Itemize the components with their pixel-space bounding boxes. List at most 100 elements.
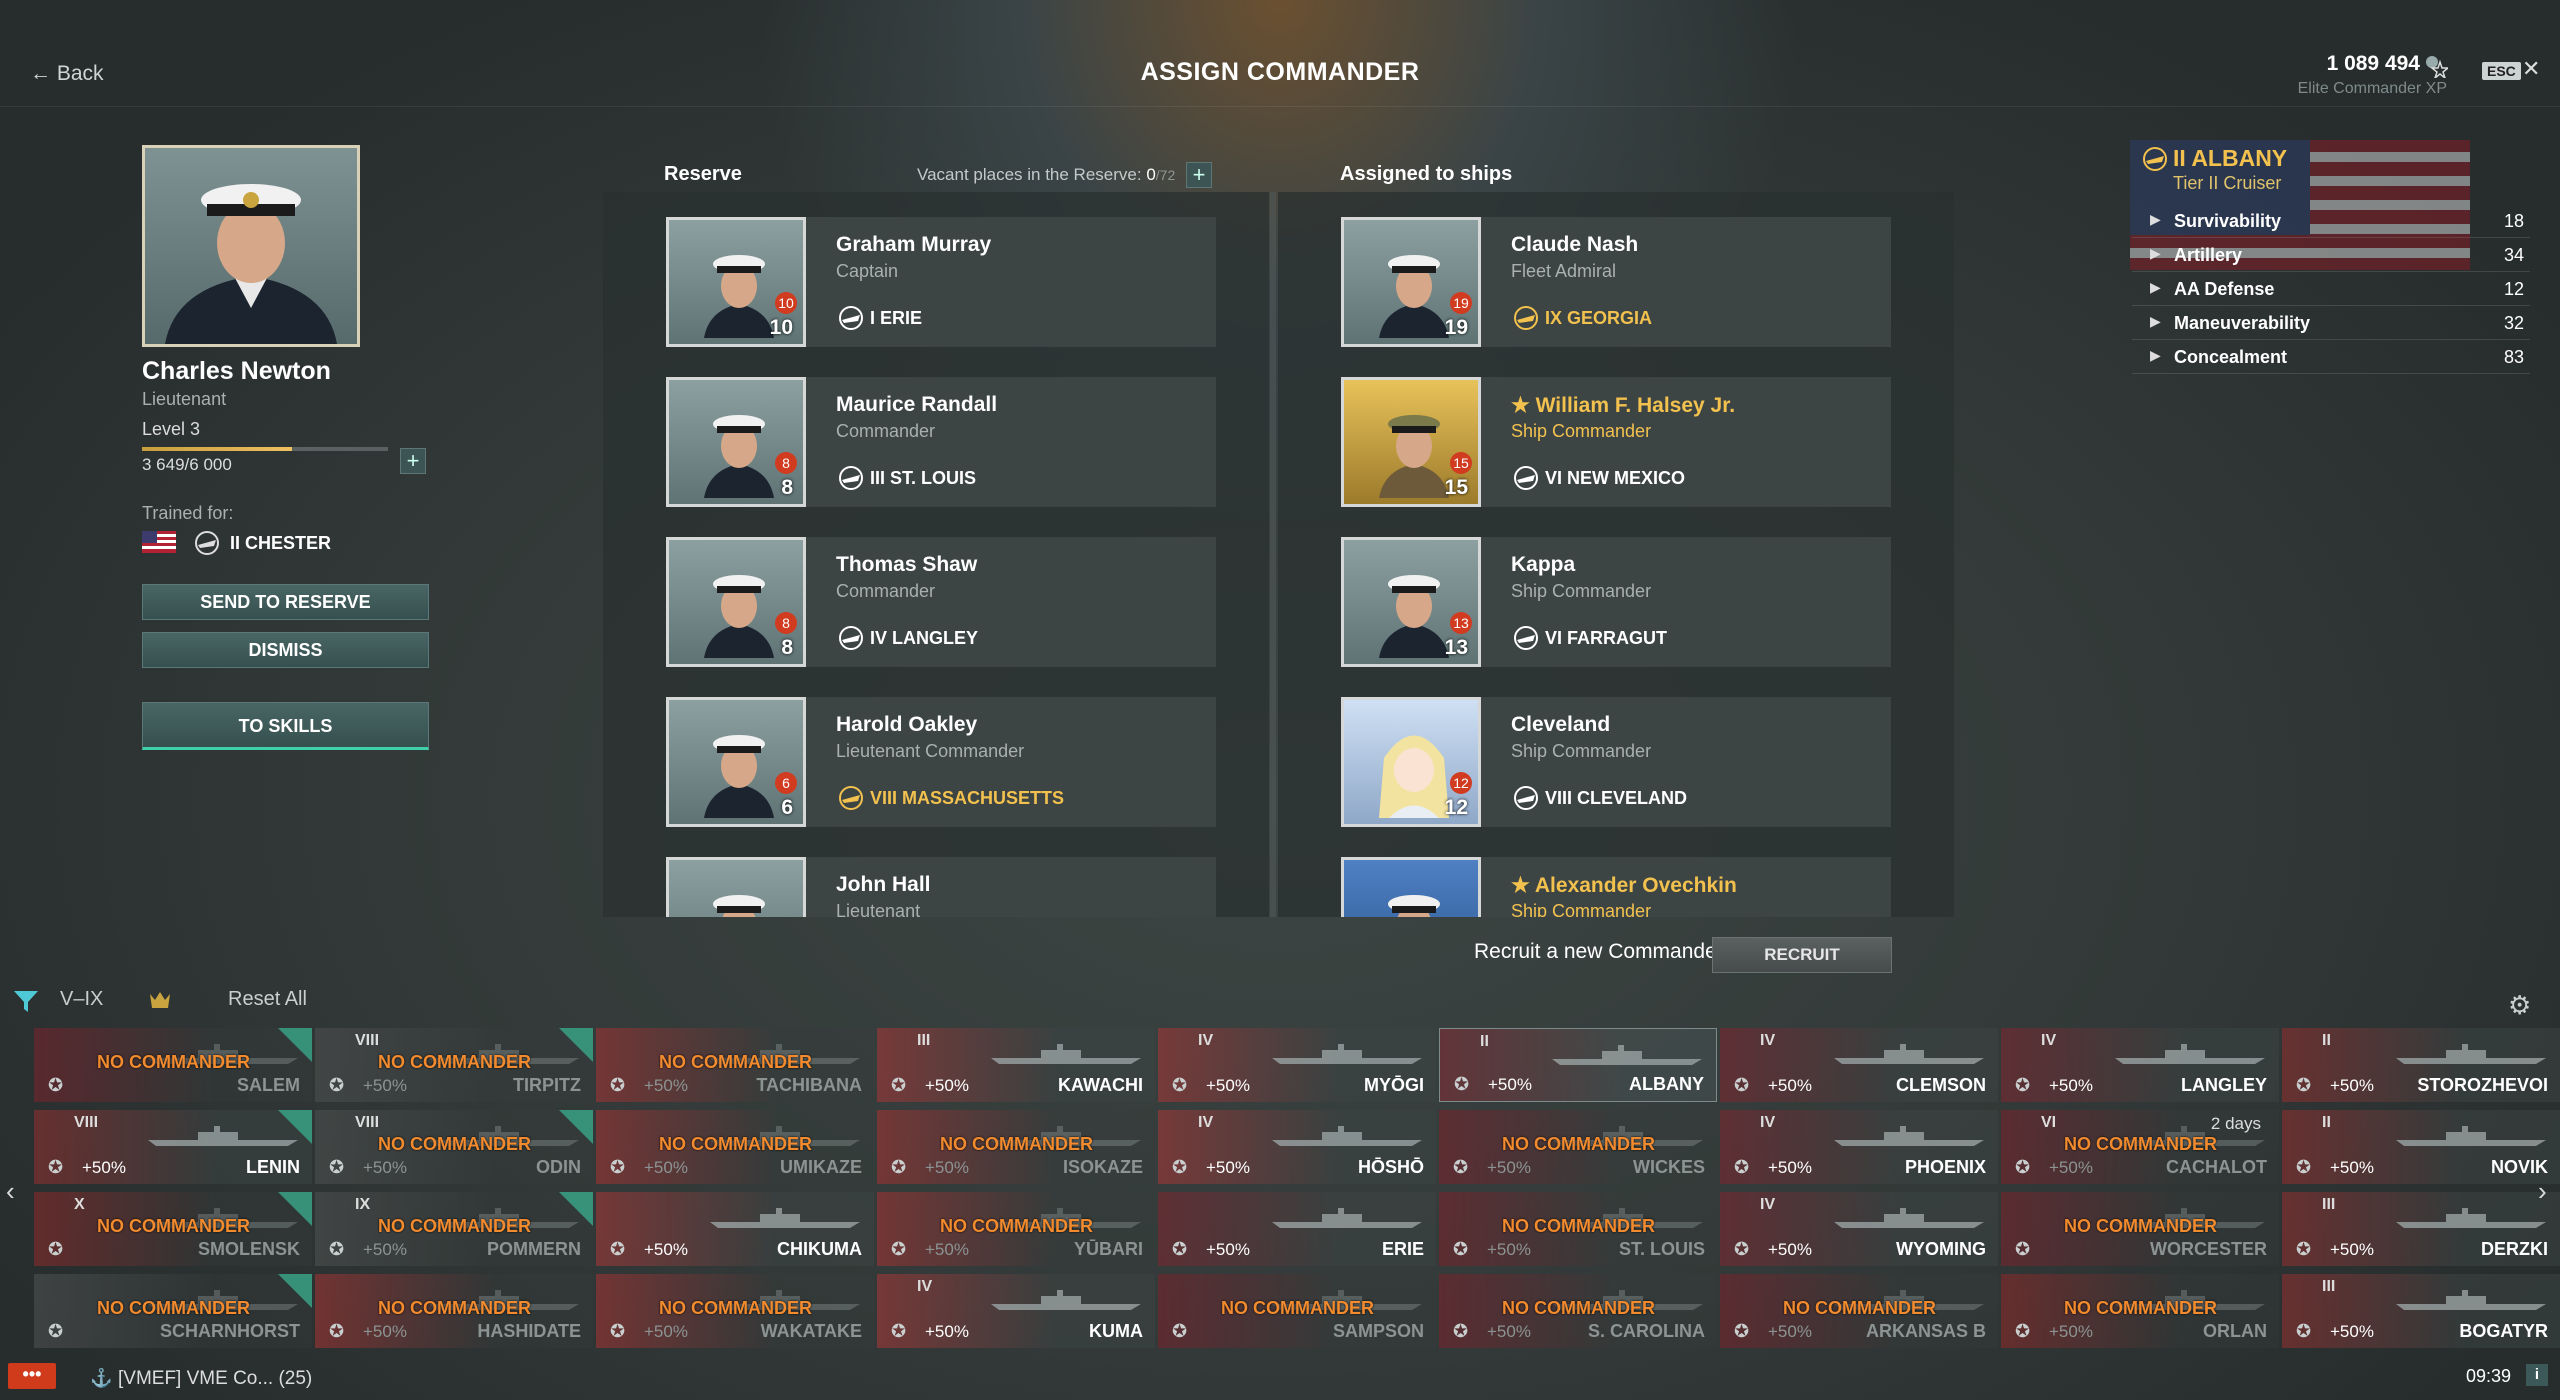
- ship-tile[interactable]: IV ✪ +50% PHOENIX: [1720, 1110, 1998, 1184]
- ship-tile[interactable]: IV ✪ +50% WYOMING: [1720, 1192, 1998, 1266]
- ship-tile[interactable]: IV ✪ +50% KUMA: [877, 1274, 1155, 1348]
- ship-tile[interactable]: II ✪ +50% NOVIK: [2282, 1110, 2560, 1184]
- commander-card[interactable]: John Hall Lieutenant: [666, 857, 1216, 917]
- ship-tile[interactable]: IV ✪ +50% LANGLEY: [2001, 1028, 2279, 1102]
- commander-card[interactable]: 19 19 Claude Nash Fleet Admiral IX GEORGIA: [1341, 217, 1891, 347]
- ship-stat-row[interactable]: ▶ Maneuverability 32: [2132, 307, 2530, 340]
- reserve-list[interactable]: 10 10 Graham Murray Captain I ERIE 8 8 Maurice …: [603, 192, 1269, 917]
- ship-tile[interactable]: ✪ NO COMMANDER SAMPSON: [1158, 1274, 1436, 1348]
- clan-icon: ⚓: [90, 1368, 113, 1388]
- ship-tile[interactable]: ✪ +50% NO COMMANDER WICKES: [1439, 1110, 1717, 1184]
- add-reserve-slot-button[interactable]: +: [1186, 162, 1212, 188]
- recruit-button[interactable]: RECRUIT: [1712, 937, 1892, 973]
- ship-tile[interactable]: VI 2 days ✪ +50% NO COMMANDER CACHALOT: [2001, 1110, 2279, 1184]
- commander-card[interactable]: ★ Alexander Ovechkin Ship Commander: [1341, 857, 1891, 917]
- cruiser-tier-icon: [2143, 147, 2167, 171]
- commander-card[interactable]: 10 10 Graham Murray Captain I ERIE: [666, 217, 1216, 347]
- vacant-places-text: Vacant places in the Reserve:: [917, 165, 1142, 184]
- ship-silhouette-icon: [710, 1208, 860, 1228]
- ship-tile[interactable]: VIII ✪ +50% NO COMMANDER ODIN: [315, 1110, 593, 1184]
- info-icon[interactable]: i: [2526, 1364, 2548, 1386]
- commander-portrait-image: [713, 895, 765, 917]
- ship-tile[interactable]: ✪ +50% NO COMMANDER ST. LOUIS: [1439, 1192, 1717, 1266]
- skill-points-badge: 6: [775, 772, 797, 794]
- send-to-reserve-button[interactable]: SEND TO RESERVE: [142, 584, 429, 620]
- ship-stat-row[interactable]: ▶ Survivability 18: [2132, 205, 2530, 238]
- ship-tile[interactable]: ✪ +50% NO COMMANDER TACHIBANA: [596, 1028, 874, 1102]
- chat-button[interactable]: •••: [8, 1363, 56, 1389]
- dismiss-button[interactable]: DISMISS: [142, 632, 429, 668]
- ship-tile[interactable]: ✪ +50% NO COMMANDER UMIKAZE: [596, 1110, 874, 1184]
- clan-label[interactable]: [VMEF] VME Co... (25): [118, 1368, 312, 1390]
- stat-label: Concealment: [2174, 347, 2288, 367]
- xp-bonus: +50%: [363, 1158, 407, 1177]
- ship-tier: Tier II Cruiser: [2173, 173, 2282, 193]
- assigned-ship: VI NEW MEXICO: [1545, 468, 1686, 488]
- esc-key-hint[interactable]: ESC: [2482, 62, 2521, 80]
- ship-tile[interactable]: VIII ✪ +50% NO COMMANDER TIRPITZ: [315, 1028, 593, 1102]
- commander-slot-icon: ✪: [48, 1321, 64, 1341]
- ship-stat-row[interactable]: ▶ AA Defense 12: [2132, 273, 2530, 306]
- ship-tile[interactable]: II ✪ +50% ALBANY: [1439, 1028, 1717, 1102]
- commander-slot-icon: ✪: [329, 1321, 345, 1341]
- commander-card[interactable]: 13 13 Kappa Ship Commander VI FARRAGUT: [1341, 537, 1891, 667]
- tier-filter[interactable]: V–IX: [60, 988, 103, 1011]
- xp-bonus: +50%: [1206, 1158, 1250, 1177]
- skill-points-badge: 13: [1450, 612, 1472, 634]
- ship-tile[interactable]: IX ✪ +50% NO COMMANDER POMMERN: [315, 1192, 593, 1266]
- ship-tile[interactable]: ✪ +50% NO COMMANDER ARKANSAS B: [1720, 1274, 1998, 1348]
- xp-bonus: +50%: [82, 1158, 126, 1177]
- commander-slot-icon: ✪: [1734, 1157, 1750, 1177]
- ship-tile[interactable]: ✪ NO COMMANDER SALEM: [34, 1028, 312, 1102]
- xp-bonus: +50%: [2330, 1240, 2374, 1259]
- commander-card[interactable]: 8 8 Maurice Randall Commander III ST. LOUIS: [666, 377, 1216, 507]
- commander-level: Level 3: [142, 419, 201, 439]
- ship-name: POMMERN: [487, 1239, 581, 1259]
- assigned-list[interactable]: 19 19 Claude Nash Fleet Admiral IX GEORGIA 15…: [1278, 192, 1954, 917]
- ship-tile[interactable]: ✪ NO COMMANDER SCHARNHORST: [34, 1274, 312, 1348]
- commander-name: Cleveland: [1511, 713, 1610, 737]
- commander-name: ★ William F. Halsey Jr.: [1511, 393, 1735, 418]
- stat-value: 18: [2503, 211, 2524, 231]
- carousel-right-arrow-icon[interactable]: ›: [2538, 1176, 2547, 1207]
- ship-tile[interactable]: X ✪ NO COMMANDER SMOLENSK: [34, 1192, 312, 1266]
- ship-tile[interactable]: ✪ +50% NO COMMANDER YŪBARI: [877, 1192, 1155, 1266]
- ship-stat-row[interactable]: ▶ Concealment 83: [2132, 341, 2530, 374]
- ship-tile[interactable]: IV ✪ +50% HŌSHŌ: [1158, 1110, 1436, 1184]
- ship-tile[interactable]: IV ✪ +50% MYŌGI: [1158, 1028, 1436, 1102]
- ship-tile[interactable]: ✪ +50% CHIKUMA: [596, 1192, 874, 1266]
- filter-icon[interactable]: [12, 988, 40, 1014]
- commander-name: Graham Murray: [836, 233, 991, 257]
- commander-slot-icon: ✪: [2296, 1157, 2312, 1177]
- ship-tile[interactable]: ✪ +50% NO COMMANDER WAKATAKE: [596, 1274, 874, 1348]
- assigned-ship: IV LANGLEY: [870, 628, 979, 648]
- class-filter-icon[interactable]: [148, 988, 172, 1012]
- ship-tile[interactable]: VIII ✪ +50% LENIN: [34, 1110, 312, 1184]
- ship-tile[interactable]: ✪ +50% NO COMMANDER S. CAROLINA: [1439, 1274, 1717, 1348]
- ship-tile[interactable]: III ✪ +50% BOGATYR: [2282, 1274, 2560, 1348]
- ship-tile[interactable]: ✪ +50% NO COMMANDER HASHIDATE: [315, 1274, 593, 1348]
- carousel-left-arrow-icon[interactable]: ‹: [6, 1176, 15, 1207]
- no-commander-label: NO COMMANDER: [2064, 1216, 2217, 1236]
- ship-tile[interactable]: ✪ +50% ERIE: [1158, 1192, 1436, 1266]
- commander-card[interactable]: 6 6 Harold Oakley Lieutenant Commander VIII …: [666, 697, 1216, 827]
- ship-tile[interactable]: III ✪ +50% DERZKI: [2282, 1192, 2560, 1266]
- ship-tile[interactable]: II ✪ +50% STOROZHEVOI: [2282, 1028, 2560, 1102]
- ship-tile[interactable]: III ✪ +50% KAWACHI: [877, 1028, 1155, 1102]
- commander-slot-icon: ✪: [1453, 1321, 1469, 1341]
- ship-tile[interactable]: ✪ NO COMMANDER WORCESTER: [2001, 1192, 2279, 1266]
- close-icon[interactable]: ✕: [2522, 56, 2540, 82]
- reset-all-button[interactable]: Reset All: [228, 988, 307, 1011]
- ship-tile[interactable]: ✪ +50% NO COMMANDER ORLAN: [2001, 1274, 2279, 1348]
- add-xp-button[interactable]: +: [400, 448, 426, 474]
- ship-stat-row[interactable]: ▶ Artillery 34: [2132, 239, 2530, 272]
- ship-tile[interactable]: IV ✪ +50% CLEMSON: [1720, 1028, 1998, 1102]
- commander-card[interactable]: 12 12 Cleveland Ship Commander VIII CLEVELAN…: [1341, 697, 1891, 827]
- commander-card[interactable]: 15 15 ★ William F. Halsey Jr. Ship Commande…: [1341, 377, 1891, 507]
- to-skills-button[interactable]: TO SKILLS: [142, 702, 429, 750]
- gear-icon[interactable]: ⚙: [2508, 990, 2531, 1021]
- anime-portrait-image: [1379, 735, 1449, 818]
- ship-tile[interactable]: ✪ +50% NO COMMANDER ISOKAZE: [877, 1110, 1155, 1184]
- commander-name: Harold Oakley: [836, 713, 977, 737]
- commander-card[interactable]: 8 8 Thomas Shaw Commander IV LANGLEY: [666, 537, 1216, 667]
